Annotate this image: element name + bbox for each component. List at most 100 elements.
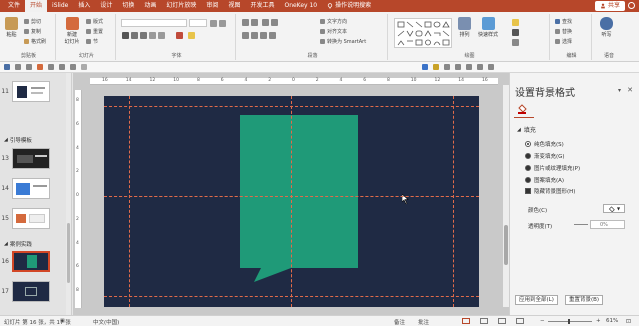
tab-design[interactable]: 设计: [95, 0, 117, 12]
underline-icon[interactable]: [140, 32, 147, 39]
increase-indent-icon[interactable]: [271, 19, 278, 26]
paint-bucket-icon[interactable]: [517, 104, 527, 114]
slide-thumb-13[interactable]: 13: [0, 148, 64, 169]
transparency-slider[interactable]: [574, 224, 588, 225]
align-right-icon[interactable]: [260, 32, 267, 39]
shape-effects-icon[interactable]: [512, 39, 519, 46]
copy-button[interactable]: 复制: [24, 28, 41, 35]
tab-view[interactable]: 视图: [223, 0, 245, 12]
slide-thumb-15[interactable]: 15: [0, 208, 64, 229]
reading-view-icon[interactable]: [498, 318, 506, 324]
slide-thumb-14[interactable]: 14: [0, 178, 64, 199]
color-swatch-icon[interactable]: [433, 64, 439, 70]
justify-icon[interactable]: [269, 32, 276, 39]
fit-to-window-icon[interactable]: ⊡: [626, 318, 631, 325]
grow-font-icon[interactable]: [210, 20, 217, 27]
slideshow-icon[interactable]: [37, 64, 43, 70]
shrink-font-icon[interactable]: [219, 20, 226, 27]
group-icon[interactable]: [70, 64, 76, 70]
customize-icon[interactable]: [81, 64, 87, 70]
apply-to-all-button[interactable]: 应用到全部(L): [515, 295, 558, 305]
font-name-select[interactable]: [121, 19, 187, 27]
arrange-button[interactable]: 排列: [458, 17, 471, 38]
dictate-button[interactable]: 听写: [600, 17, 613, 38]
shadow-icon[interactable]: [149, 32, 156, 39]
pane-options-icon[interactable]: ▾: [618, 87, 621, 94]
radio-button[interactable]: [525, 141, 531, 147]
tab-review[interactable]: 审阅: [201, 0, 223, 12]
gradient-fill-option[interactable]: 渐变填充(G): [525, 152, 565, 160]
highlight-icon[interactable]: [188, 32, 195, 39]
smartart-button[interactable]: 转换为 SmartArt: [320, 38, 366, 45]
section-button[interactable]: 节: [86, 38, 98, 45]
undo-icon[interactable]: [15, 64, 21, 70]
tab-insert[interactable]: 插入: [73, 0, 95, 12]
format-icon[interactable]: [477, 64, 483, 70]
tab-file[interactable]: 文件: [3, 0, 25, 12]
radio-button[interactable]: [525, 153, 531, 159]
notes-button[interactable]: 备注: [394, 318, 405, 326]
format-icon[interactable]: [444, 64, 450, 70]
layout-button[interactable]: 版式: [86, 18, 103, 25]
radio-button[interactable]: [525, 165, 531, 171]
pattern-fill-option[interactable]: 图案填充(A): [525, 176, 564, 184]
checkbox[interactable]: [525, 188, 531, 194]
tab-onekey[interactable]: OneKey 10: [279, 0, 322, 12]
tab-transitions[interactable]: 切换: [117, 0, 139, 12]
zoom-slider-thumb[interactable]: [568, 319, 570, 324]
align-text-button[interactable]: 对齐文本: [320, 28, 347, 35]
zoom-out-icon[interactable]: −: [540, 318, 545, 324]
share-button[interactable]: 共享: [594, 1, 625, 11]
align-icon[interactable]: [48, 64, 54, 70]
slideshow-view-icon[interactable]: [516, 318, 524, 324]
color-swatch-icon[interactable]: [422, 64, 428, 70]
zoom-in-icon[interactable]: +: [596, 318, 601, 324]
font-size-select[interactable]: [189, 19, 207, 27]
fill-section-header[interactable]: ◢ 填充: [517, 125, 536, 135]
slide-canvas[interactable]: [104, 96, 479, 307]
proofing-icon[interactable]: ▣: [60, 318, 65, 324]
slide-sorter-icon[interactable]: [480, 318, 488, 324]
picture-fill-option[interactable]: 图片或纹理填充(P): [525, 164, 580, 172]
italic-icon[interactable]: [131, 32, 138, 39]
format-icon[interactable]: [466, 64, 472, 70]
quick-styles-button[interactable]: 快速样式: [478, 17, 498, 38]
zoom-slider[interactable]: [548, 321, 592, 322]
language-indicator[interactable]: 中文(中国): [93, 318, 119, 326]
select-button[interactable]: 选择: [555, 38, 572, 45]
hide-background-option[interactable]: 隐藏背景图形(H): [525, 187, 575, 195]
align-left-icon[interactable]: [242, 32, 249, 39]
bold-icon[interactable]: [122, 32, 129, 39]
fill-color-picker[interactable]: ▼: [603, 204, 625, 213]
shape-outline-icon[interactable]: [512, 29, 519, 36]
decrease-indent-icon[interactable]: [262, 19, 269, 26]
paste-button[interactable]: 粘贴: [5, 17, 18, 38]
distribute-icon[interactable]: [59, 64, 65, 70]
close-icon[interactable]: ✕: [627, 86, 633, 94]
font-color-icon[interactable]: [176, 32, 183, 39]
slide-thumb-11[interactable]: 11: [0, 81, 64, 102]
numbering-icon[interactable]: [251, 19, 258, 26]
normal-view-icon[interactable]: [462, 318, 470, 324]
comments-button[interactable]: 批注: [418, 318, 429, 326]
tab-slideshow[interactable]: 幻灯片放映: [161, 0, 201, 12]
save-icon[interactable]: [4, 64, 10, 70]
strikethrough-icon[interactable]: [158, 32, 165, 39]
tab-islide[interactable]: iSlide: [47, 0, 73, 12]
tab-animations[interactable]: 动画: [139, 0, 161, 12]
cut-button[interactable]: 剪切: [24, 18, 41, 25]
reset-background-button[interactable]: 重置背景(B): [565, 295, 604, 305]
smiley-icon[interactable]: [628, 2, 635, 9]
format-icon[interactable]: [488, 64, 494, 70]
reset-button[interactable]: 重置: [86, 28, 103, 35]
tab-developer[interactable]: 开发工具: [245, 0, 279, 12]
find-button[interactable]: 查找: [555, 18, 572, 25]
shapes-gallery[interactable]: [394, 18, 452, 48]
tell-me-search[interactable]: 操作说明搜索: [322, 0, 376, 12]
new-slide-button[interactable]: 新建 幻灯片: [62, 17, 82, 45]
section-header[interactable]: ◢ 案例实践: [4, 240, 32, 248]
format-icon[interactable]: [455, 64, 461, 70]
bullets-icon[interactable]: [242, 19, 249, 26]
thumbnail-scrollbar[interactable]: [66, 73, 71, 315]
tab-home[interactable]: 开始: [25, 0, 48, 12]
